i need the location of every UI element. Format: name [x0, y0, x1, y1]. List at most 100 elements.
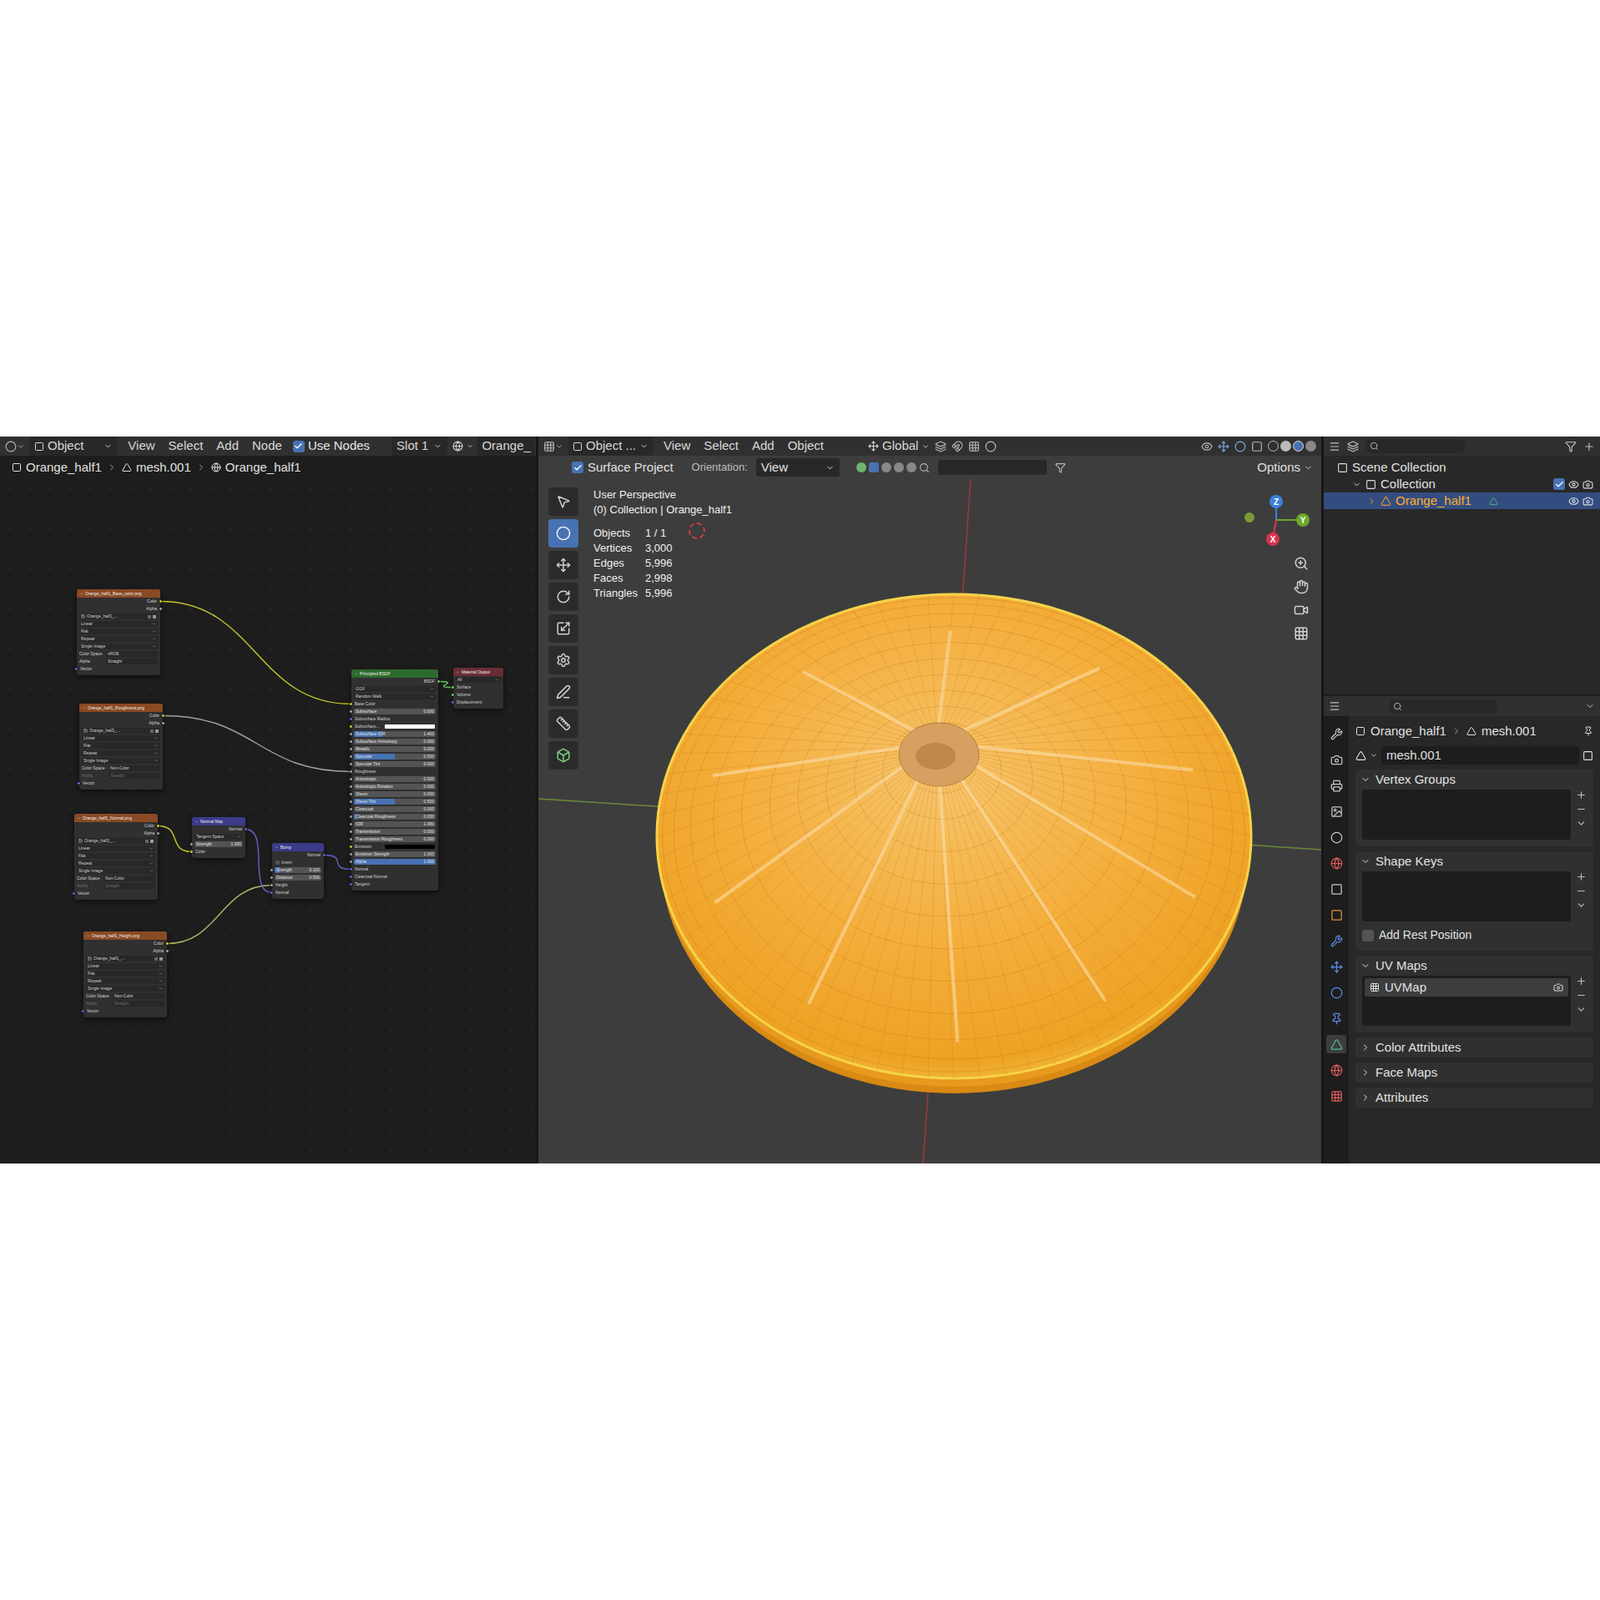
node-socket[interactable] [348, 852, 354, 857]
node-socket[interactable] [165, 941, 170, 946]
shader-node[interactable]: Orange_half1_Base_color.pngColorAlphaOra… [76, 589, 161, 676]
eye-icon[interactable] [1568, 495, 1580, 507]
outliner-row[interactable]: Collection [1323, 475, 1600, 493]
node-link[interactable] [323, 855, 352, 870]
camera-icon[interactable] [1582, 495, 1594, 507]
node-dropdown[interactable]: Linear [81, 735, 161, 742]
eye-icon[interactable] [1568, 479, 1580, 490]
node-dropdown[interactable]: Random Walk [353, 693, 436, 700]
node-dropdown[interactable]: Linear [76, 845, 156, 852]
node-socket[interactable] [243, 827, 248, 832]
filter-icon[interactable] [1564, 440, 1577, 453]
node-socket[interactable] [348, 724, 354, 729]
properties-tab[interactable] [1326, 802, 1347, 821]
node-header[interactable]: Orange_half1_Normal.png [74, 813, 158, 823]
tool-button[interactable] [548, 614, 579, 643]
menu-item[interactable]: Select [162, 436, 210, 456]
node-socket[interactable] [348, 777, 354, 782]
properties-tab[interactable] [1326, 957, 1347, 976]
node-select[interactable]: Color SpacesRGB [76, 650, 161, 658]
image-selector[interactable]: Orange_half1_... [81, 727, 161, 734]
gizmo-axis[interactable]: Z [1269, 494, 1283, 509]
node-header[interactable]: Bump [272, 842, 324, 852]
node-dropdown[interactable]: Flat [85, 970, 165, 977]
editor-type-button[interactable] [5, 440, 26, 453]
shading-buttons[interactable] [1267, 440, 1317, 452]
node-slider[interactable]: IOR1.450 [353, 821, 436, 828]
remove-icon[interactable] [1575, 885, 1587, 897]
node-checkbox[interactable]: Invert [272, 858, 324, 867]
add-icon[interactable] [1575, 871, 1587, 883]
tool-button[interactable] [548, 487, 579, 516]
node-socket[interactable] [348, 882, 354, 887]
properties-tab[interactable] [1326, 853, 1347, 873]
snap-target-button[interactable] [968, 440, 980, 453]
properties-tab[interactable] [1326, 1060, 1347, 1080]
node-socket[interactable] [450, 692, 455, 697]
menu-item[interactable]: View [657, 436, 697, 456]
node-slider[interactable]: Strength0.100 [274, 867, 322, 874]
node-socket[interactable] [348, 716, 354, 722]
render-active-icon[interactable] [1553, 982, 1564, 993]
node-slider[interactable]: Sheen Tint0.500 [353, 798, 436, 805]
node-socket[interactable] [348, 762, 354, 767]
node-socket[interactable] [450, 700, 455, 705]
node-socket[interactable] [450, 685, 455, 690]
node-socket[interactable] [156, 823, 161, 828]
node-slider[interactable]: Emission Strength1.000 [353, 851, 436, 858]
node-slider[interactable]: Strength1.000 [194, 841, 243, 848]
gizmo-axis[interactable]: Y [1296, 513, 1310, 527]
properties-tab[interactable] [1326, 905, 1347, 924]
editor-type-icon[interactable] [1328, 700, 1341, 712]
node-dropdown[interactable]: Repeat [76, 860, 156, 867]
properties-tab[interactable] [1326, 1009, 1347, 1028]
ortho-grid-icon[interactable] [1293, 625, 1309, 642]
checkbox[interactable] [1553, 478, 1565, 490]
image-selector[interactable]: Orange_half1_... [79, 613, 158, 620]
item-list[interactable] [1362, 789, 1571, 840]
add-rest-position-toggle[interactable]: Add Rest Position [1362, 926, 1587, 944]
properties-tab[interactable] [1326, 724, 1347, 743]
properties-tab[interactable] [1326, 750, 1347, 769]
node-socket[interactable] [71, 891, 76, 896]
node-slider[interactable]: Clearcoat Roughness0.030 [353, 813, 436, 820]
node-slider[interactable]: Subsurface Anisotropy0.000 [353, 738, 436, 745]
node-socket[interactable] [348, 874, 354, 879]
menu-icon[interactable] [1575, 817, 1587, 829]
node-header[interactable]: Principled BSDF [351, 669, 439, 678]
node-header[interactable]: Orange_half1_Base_color.png [76, 589, 161, 598]
display-mode-icon[interactable] [1347, 440, 1359, 453]
node-socket[interactable] [269, 890, 274, 895]
node-slider[interactable]: Subsurface IOR1.400 [353, 731, 436, 737]
node-socket[interactable] [348, 829, 354, 834]
node-select[interactable]: AlphaStraight [76, 657, 161, 666]
zoom-icon[interactable] [1293, 555, 1309, 571]
node-socket[interactable] [76, 781, 81, 786]
node-slider[interactable]: Subsurface0.000 [353, 708, 436, 715]
node-socket[interactable] [348, 739, 354, 744]
menu-item[interactable]: Select [697, 436, 745, 456]
shader-node[interactable]: Orange_half1_Roughness.pngColorAlphaOran… [79, 703, 163, 790]
color-swatch[interactable] [384, 724, 435, 729]
outliner-search[interactable] [1365, 439, 1466, 454]
node-dropdown[interactable]: Single Image [79, 643, 158, 650]
orientation-select[interactable]: View [756, 458, 840, 478]
node-socket[interactable] [348, 799, 354, 804]
node-socket[interactable] [189, 842, 194, 847]
node-dropdown[interactable]: Tangent Space [194, 833, 243, 840]
material-selector[interactable]: Orange_ [452, 436, 535, 456]
panel-header[interactable]: Color Attributes [1355, 1037, 1594, 1058]
item-list[interactable]: UVMap [1362, 975, 1571, 1026]
node-socket[interactable] [161, 713, 166, 718]
menu-item[interactable]: Add [746, 436, 781, 456]
menu-item[interactable]: Node [246, 436, 288, 456]
properties-search[interactable] [1388, 699, 1498, 714]
node-dropdown[interactable]: Repeat [81, 750, 161, 757]
node-slider[interactable]: Transmission0.000 [353, 828, 436, 835]
node-socket[interactable] [269, 883, 274, 888]
node-slider[interactable]: Metallic0.000 [353, 746, 436, 753]
node-slider[interactable]: Clearcoat0.000 [353, 806, 436, 813]
node-link[interactable] [166, 885, 273, 944]
add-icon[interactable] [1575, 975, 1587, 987]
node-canvas[interactable]: Orange_half1_Base_color.pngColorAlphaOra… [0, 479, 536, 1164]
